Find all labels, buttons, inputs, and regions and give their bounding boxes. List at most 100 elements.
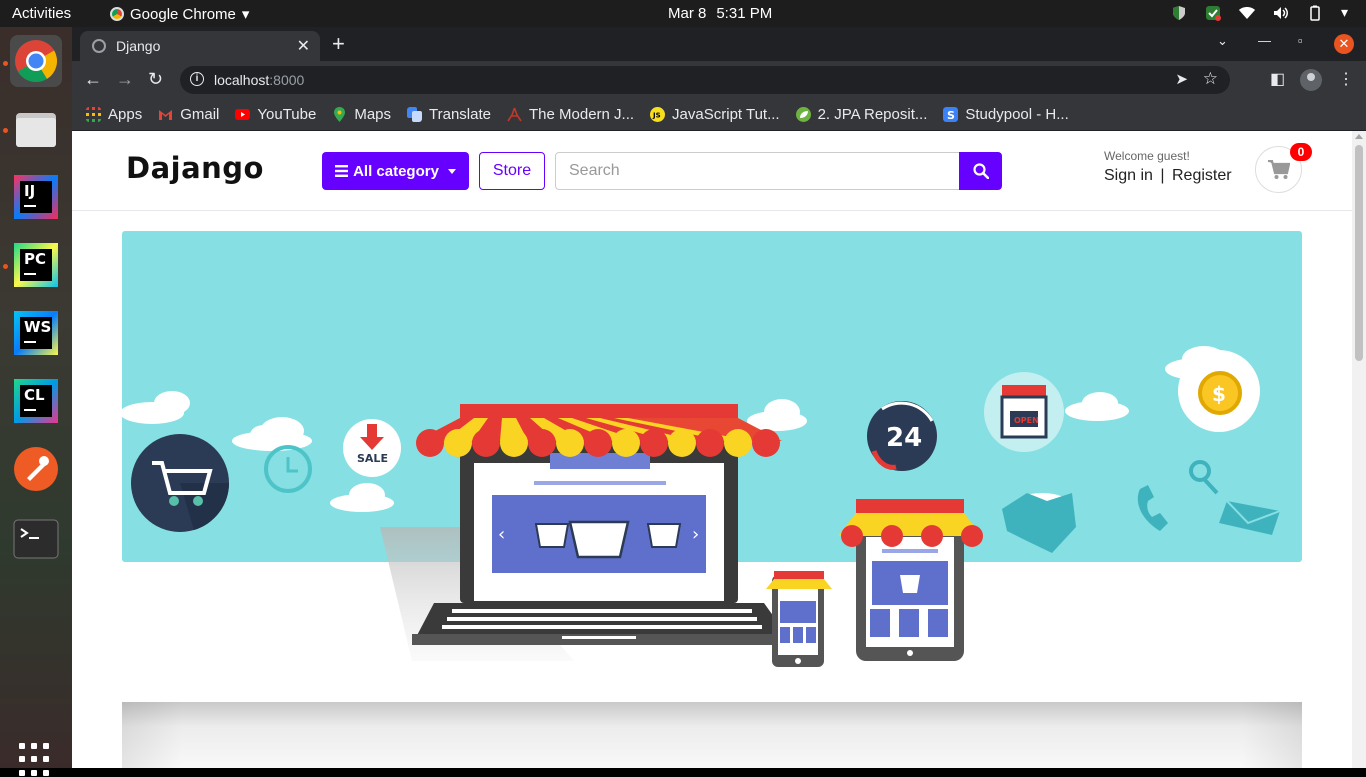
shopping-cart-icon [131, 434, 230, 532]
search-button[interactable] [959, 152, 1002, 190]
scroll-up-arrow-icon[interactable] [1355, 134, 1363, 139]
system-top-bar: Activities Google Chrome ▾ Mar 8 5:31 PM… [0, 0, 1366, 27]
dock-chrome[interactable] [10, 35, 62, 87]
search-icon [972, 163, 989, 179]
activities-button[interactable]: Activities [12, 5, 71, 22]
youtube-icon [235, 109, 251, 120]
running-indicator [3, 61, 8, 66]
wifi-icon [1238, 6, 1255, 19]
svg-text:JS: JS [652, 112, 661, 120]
system-tray[interactable]: ▾ [1171, 4, 1348, 21]
bookmark-label: Apps [108, 106, 143, 123]
bookmark-gmail[interactable]: Gmail [158, 106, 219, 123]
all-category-label: All category [353, 162, 439, 180]
svg-text:›: › [692, 524, 699, 545]
dock-terminal[interactable] [10, 513, 62, 565]
volume-icon [1273, 6, 1288, 19]
clion-icon: CL [14, 379, 58, 423]
scrollbar-thumb[interactable] [1355, 145, 1363, 361]
search-input[interactable] [555, 152, 960, 190]
svg-text:S: S [947, 109, 955, 122]
bookmark-modern-js[interactable]: The Modern J... [507, 106, 634, 123]
window-close-button[interactable]: ✕ [1334, 34, 1354, 54]
profile-avatar[interactable] [1300, 69, 1322, 91]
register-link[interactable]: Register [1172, 167, 1232, 184]
info-icon[interactable]: i [190, 72, 204, 86]
close-icon[interactable]: ✕ [297, 36, 310, 56]
bookmark-label: 2. JPA Reposit... [817, 106, 928, 123]
bookmark-jpa-repository[interactable]: 2. JPA Reposit... [795, 106, 928, 123]
dock-intellij[interactable]: IJ [10, 171, 62, 223]
pycharm-icon: PC [14, 243, 58, 287]
new-tab-button[interactable]: + [332, 31, 345, 57]
system-clock[interactable]: Mar 8 5:31 PM [668, 5, 772, 22]
open-shop-icon: OPEN [984, 372, 1064, 452]
globe-icon [92, 39, 106, 53]
send-icon[interactable]: ➤ [1175, 70, 1188, 88]
js-icon: JS [650, 107, 666, 122]
star-icon[interactable]: ☆ [1203, 69, 1218, 89]
dock-pycharm[interactable]: PC [10, 239, 62, 291]
back-arrow-icon[interactable]: ← [84, 69, 102, 90]
update-check-icon [1205, 5, 1221, 21]
auth-links: Sign in | Register [1104, 167, 1232, 185]
bookmark-label: The Modern J... [529, 106, 635, 123]
svg-text:‹: ‹ [498, 524, 505, 545]
bookmarks-bar: Apps Gmail YouTube Maps Translate The Mo… [72, 99, 1366, 131]
hero-banner[interactable]: SALE ‹ › 24 OPEN $ [122, 231, 1302, 671]
tab-django[interactable]: Django ✕ [80, 31, 320, 61]
studypool-icon: S [943, 107, 959, 122]
dock-clion[interactable]: CL [10, 375, 62, 427]
dollar-coin-icon: $ [1178, 350, 1260, 432]
bookmark-apps[interactable]: Apps [86, 106, 142, 123]
browser-window: Django ✕ + ⌄ — ▫ ✕ ← → ↻ i localhost:800… [72, 27, 1366, 768]
bookmark-javascript-tutorial[interactable]: JS JavaScript Tut... [650, 106, 780, 123]
modern-js-icon [507, 107, 522, 122]
chrome-icon [110, 7, 124, 21]
bookmark-label: Studypool - H... [965, 106, 1069, 123]
reload-icon[interactable]: ↻ [148, 69, 163, 90]
bookmark-studypool[interactable]: S Studypool - H... [943, 106, 1069, 123]
svg-text:SALE: SALE [357, 452, 388, 465]
minimize-button[interactable]: — [1258, 33, 1271, 48]
gmail-icon [159, 110, 173, 120]
chevron-down-icon: ▾ [241, 6, 250, 23]
address-bar[interactable]: i localhost:8000 ➤ ☆ [180, 66, 1230, 94]
store-button[interactable]: Store [479, 152, 545, 190]
dock-postman[interactable] [10, 443, 62, 495]
svg-text:OPEN: OPEN [1014, 416, 1039, 425]
bookmark-youtube[interactable]: YouTube [235, 106, 316, 123]
chevron-down-icon: ▾ [1340, 4, 1348, 20]
app-menu[interactable]: Google Chrome ▾ [110, 5, 249, 23]
bookmark-label: Maps [354, 106, 392, 123]
all-category-dropdown[interactable]: All category [322, 152, 469, 190]
dock-webstorm[interactable]: WS [10, 307, 62, 359]
bookmark-label: JavaScript Tut... [672, 106, 780, 123]
bookmark-label: Gmail [180, 106, 220, 123]
site-logo[interactable]: Dajango [126, 151, 264, 185]
tab-strip: Django ✕ + ⌄ — ▫ ✕ [72, 27, 1366, 61]
bookmark-translate[interactable]: Translate [407, 106, 491, 123]
page-scrollbar[interactable] [1352, 131, 1366, 768]
browser-toolbar: ← → ↻ i localhost:8000 ➤ ☆ ◧ ⋮ [72, 61, 1366, 99]
side-panel-icon[interactable]: ◧ [1270, 69, 1285, 89]
forward-arrow-icon[interactable]: → [116, 69, 134, 90]
chevron-down-icon[interactable]: ⌄ [1217, 33, 1228, 49]
auth-separator: | [1160, 167, 1165, 184]
kebab-menu-icon[interactable]: ⋮ [1338, 69, 1354, 89]
site-header: Dajango All category Store Welcome guest… [72, 131, 1352, 211]
sign-in-link[interactable]: Sign in [1104, 167, 1153, 184]
sale-tag-icon: SALE [343, 419, 401, 477]
bookmark-label: Translate [429, 106, 491, 123]
clock-date: Mar 8 [668, 5, 707, 22]
dock-files[interactable] [10, 103, 62, 155]
show-applications-button[interactable] [19, 743, 53, 777]
terminal-icon [13, 519, 59, 559]
maximize-button[interactable]: ▫ [1298, 33, 1303, 48]
tab-title: Django [116, 38, 161, 54]
apps-grid-icon [86, 107, 101, 122]
bookmark-maps[interactable]: Maps [332, 106, 391, 123]
intellij-icon: IJ [14, 175, 58, 219]
maps-pin-icon [334, 107, 346, 122]
postman-icon [14, 447, 58, 491]
